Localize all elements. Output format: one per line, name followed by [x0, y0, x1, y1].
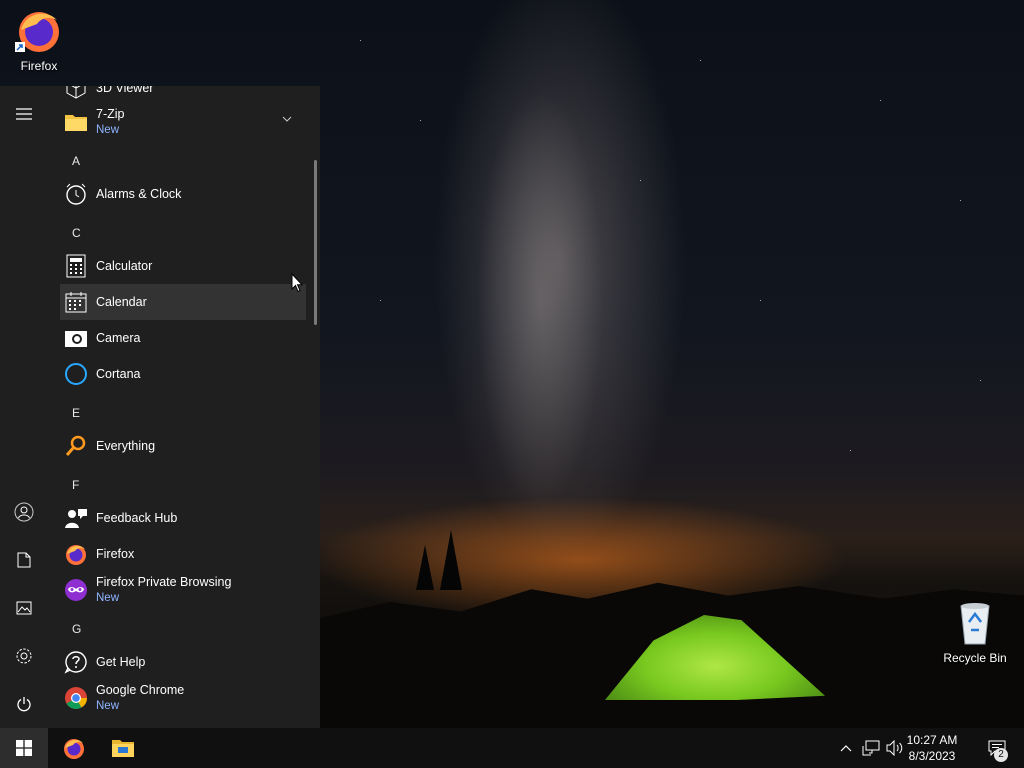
new-badge: New: [96, 592, 120, 604]
desktop-icon-label: Firefox: [20, 59, 58, 73]
shortcut-arrow-icon: [15, 42, 25, 52]
chrome-icon: [65, 687, 87, 709]
file-explorer-icon: [112, 740, 134, 757]
section-header-f[interactable]: F: [72, 478, 79, 492]
clock-time: 10:27 AM: [906, 733, 958, 747]
magnifier-icon: [65, 435, 86, 456]
clock-date: 8/3/2023: [908, 749, 956, 763]
taskbar-file-explorer[interactable]: [99, 728, 147, 768]
section-header-g[interactable]: G: [72, 622, 81, 636]
user-account-button[interactable]: [0, 492, 48, 532]
new-badge: New: [96, 700, 120, 712]
section-header-a[interactable]: A: [72, 154, 80, 168]
app-label: Firefox: [96, 547, 135, 561]
recycle-bin-icon: [960, 603, 990, 645]
settings-button[interactable]: [0, 636, 48, 676]
app-label: Camera: [96, 331, 141, 345]
chevron-up-icon[interactable]: [840, 744, 852, 752]
pictures-button[interactable]: [0, 588, 48, 628]
app-label: Calendar: [96, 295, 147, 309]
settings-icon: [16, 648, 32, 664]
app-item-get-help[interactable]: Get Help: [60, 644, 306, 680]
taskbar: 10:27 AM 8/3/2023 2: [0, 728, 1024, 768]
power-icon: [17, 697, 31, 712]
documents-button[interactable]: [0, 540, 48, 580]
mouse-cursor-icon: [291, 273, 303, 293]
taskbar-firefox[interactable]: [50, 728, 98, 768]
app-item-calculator[interactable]: Calculator: [60, 248, 306, 284]
desktop-icon-label: Recycle Bin: [943, 651, 1007, 665]
desktop-icon-recycle-bin[interactable]: Recycle Bin: [937, 600, 1013, 665]
app-item-3d-viewer[interactable]: 3D Viewer: [60, 86, 306, 106]
private-browsing-icon: [65, 579, 87, 601]
app-label: Alarms & Clock: [96, 187, 182, 201]
feedback-icon: [65, 509, 87, 528]
app-item-firefox-private-browsing[interactable]: Firefox Private Browsing New: [60, 572, 306, 608]
app-item-calendar[interactable]: Calendar: [60, 284, 306, 320]
windows-logo-icon: [16, 740, 32, 756]
firefox-icon: [66, 545, 86, 565]
app-item-firefox[interactable]: Firefox: [60, 536, 306, 572]
app-item-alarms-clock[interactable]: Alarms & Clock: [60, 176, 306, 212]
camera-icon: [65, 331, 87, 347]
section-header-e[interactable]: E: [72, 406, 80, 420]
app-label: Feedback Hub: [96, 511, 178, 525]
pictures-icon: [16, 601, 32, 615]
user-icon: [14, 502, 34, 522]
system-clock[interactable]: 10:27 AM 8/3/2023: [900, 732, 964, 764]
documents-icon: [17, 552, 31, 568]
expand-menu-button[interactable]: [0, 94, 48, 134]
section-header-c[interactable]: C: [72, 226, 81, 240]
app-item-google-chrome[interactable]: Google Chrome New: [60, 680, 306, 716]
app-label: 7-Zip: [96, 107, 125, 121]
new-badge: New: [96, 124, 120, 136]
app-label: Cortana: [96, 367, 141, 381]
calendar-icon: [65, 292, 87, 313]
app-label: Firefox Private Browsing: [96, 575, 232, 589]
action-center-button[interactable]: 2: [976, 728, 1024, 768]
app-item-cortana[interactable]: Cortana: [60, 356, 306, 392]
desktop-icon-firefox[interactable]: Firefox: [1, 6, 77, 73]
cube-icon: [66, 86, 86, 99]
app-item-camera[interactable]: Camera: [60, 320, 306, 356]
network-icon[interactable]: [862, 740, 880, 756]
help-icon: [64, 651, 87, 674]
app-list-scrollbar[interactable]: [314, 160, 317, 325]
firefox-icon: [64, 739, 84, 759]
cortana-icon: [65, 363, 87, 385]
app-label: Calculator: [96, 259, 153, 273]
app-label: Everything: [96, 439, 156, 453]
folder-icon: [65, 115, 87, 131]
power-button[interactable]: [0, 684, 48, 724]
alarm-clock-icon: [66, 183, 86, 205]
calculator-icon: [66, 254, 86, 278]
app-label: Get Help: [96, 655, 146, 669]
notification-count-badge: 2: [994, 748, 1008, 762]
app-label: Google Chrome: [96, 683, 185, 697]
start-menu-rail: [0, 86, 48, 728]
app-item-feedback-hub[interactable]: Feedback Hub: [60, 500, 306, 536]
hamburger-icon: [16, 108, 32, 120]
start-menu-app-list[interactable]: 3D Viewer 7-Zip New A Alarms & Clock C C…: [48, 86, 320, 728]
chevron-down-icon[interactable]: [282, 116, 292, 122]
app-item-everything[interactable]: Everything: [60, 428, 306, 464]
app-label: 3D Viewer: [96, 86, 154, 95]
app-item-7zip[interactable]: 7-Zip New: [60, 104, 306, 140]
start-button[interactable]: [0, 728, 48, 768]
